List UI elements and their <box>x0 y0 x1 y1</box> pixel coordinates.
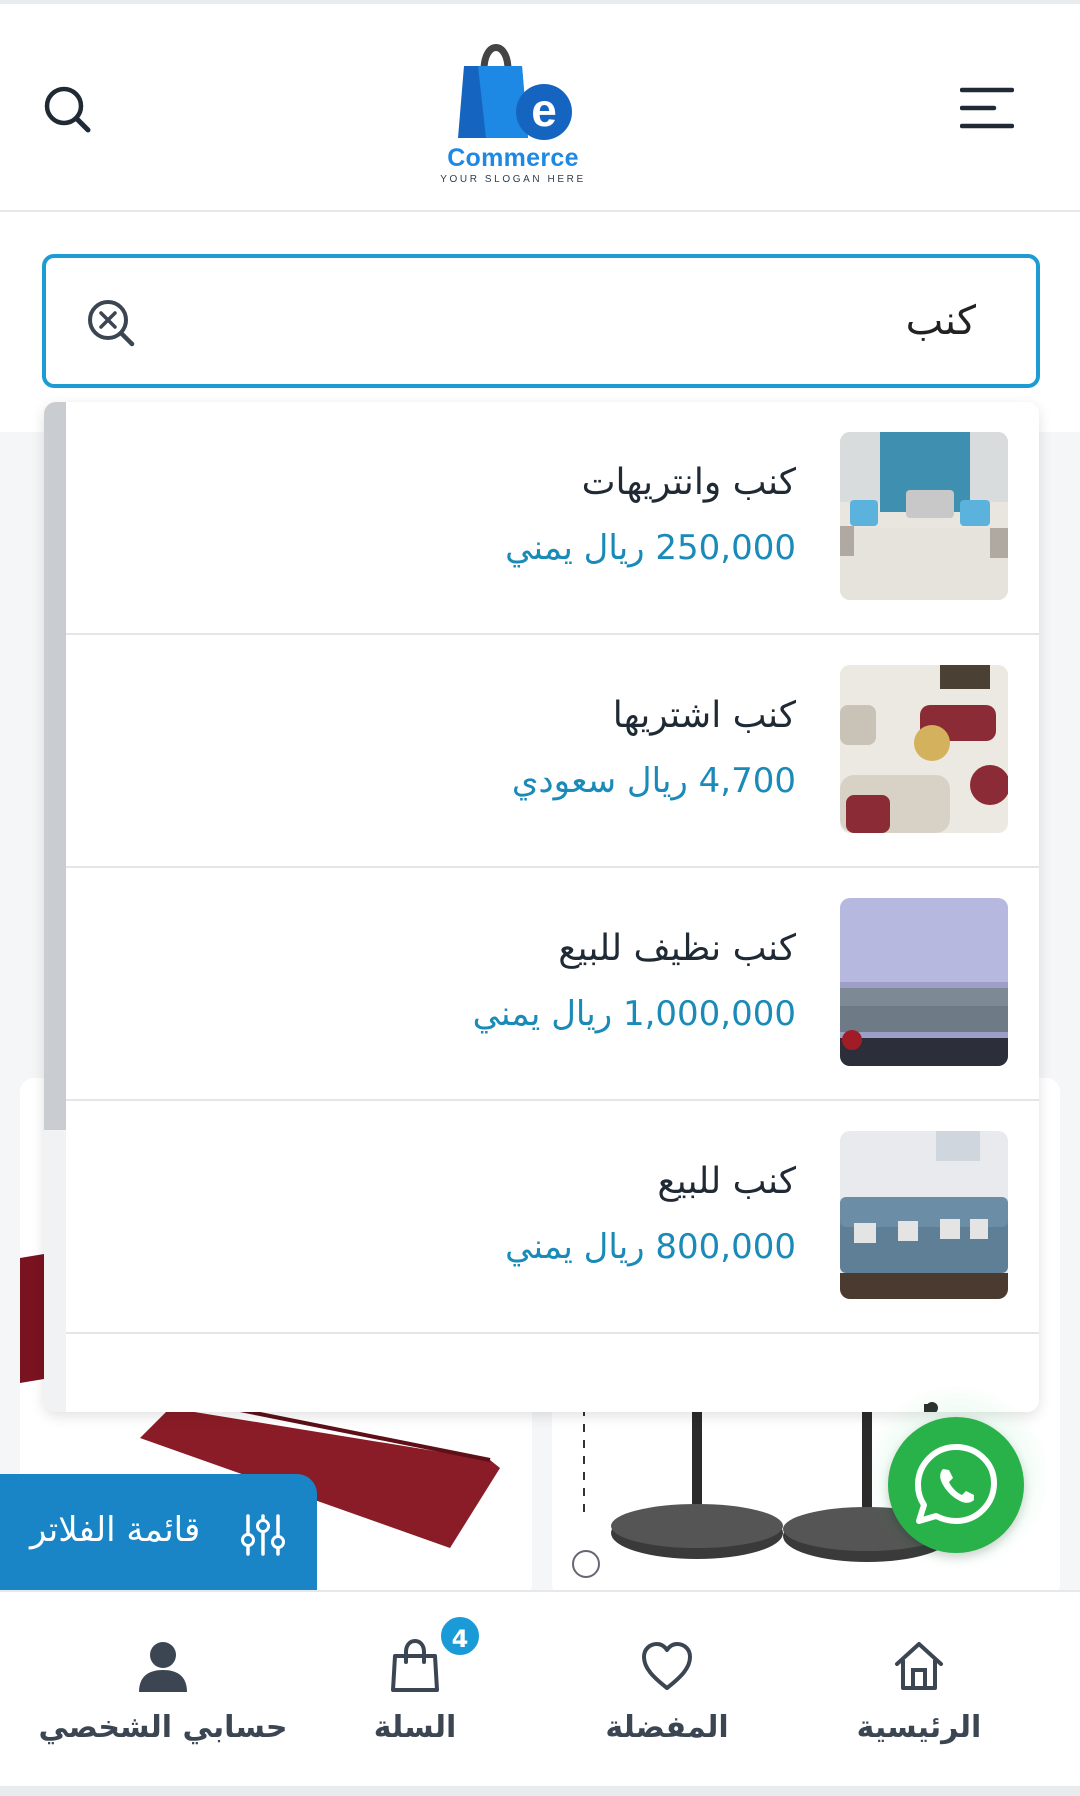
result-title: كنب للبيع <box>657 1161 796 1202</box>
nav-cart[interactable]: 4 السلة <box>290 1592 540 1796</box>
result-price: 1,000,000 ريال يمني <box>472 994 796 1034</box>
search-bar[interactable] <box>42 254 1040 388</box>
product-image <box>840 665 1008 833</box>
search-result-item[interactable] <box>66 1334 1039 1412</box>
filter-menu-label: قائمة الفلاتر <box>30 1510 201 1550</box>
cart-count-badge: 4 <box>438 1614 482 1658</box>
logo-letter: e <box>531 84 557 136</box>
search-result-item[interactable]: كنب للبيع 800,000 ريال يمني <box>66 1101 1039 1334</box>
heart-icon <box>639 1638 695 1694</box>
result-price: 250,000 ريال يمني <box>505 528 796 568</box>
result-title: كنب نظيف للبيع <box>558 928 796 969</box>
filter-menu-button[interactable]: قائمة الفلاتر <box>0 1474 317 1592</box>
nav-home[interactable]: الرئيسية <box>794 1592 1044 1796</box>
result-title: كنب اشتريها <box>612 695 796 736</box>
search-result-item[interactable]: كنب اشتريها 4,700 ريال سعودي <box>66 635 1039 868</box>
nav-home-label: الرئيسية <box>856 1710 982 1745</box>
nav-cart-label: السلة <box>373 1710 457 1745</box>
clear-search-icon[interactable] <box>86 298 138 350</box>
menu-icon[interactable] <box>959 84 1015 132</box>
nav-favorites[interactable]: المفضلة <box>542 1592 792 1796</box>
sliders-icon <box>240 1512 286 1558</box>
nav-account-label: حسابي الشخصي <box>38 1710 288 1745</box>
scrollbar-thumb[interactable] <box>44 402 66 1130</box>
result-title: كنب وانتريهات <box>581 462 796 503</box>
logo[interactable]: e Commerce YOUR SLOGAN HERE <box>430 26 596 188</box>
result-price: 800,000 ريال يمني <box>505 1227 796 1267</box>
bottom-navigation: حسابي الشخصي 4 السلة المفضلة الرئيسية <box>0 1590 1080 1796</box>
search-input[interactable] <box>176 280 976 362</box>
product-image <box>840 898 1008 1066</box>
whatsapp-icon[interactable] <box>888 1417 1024 1553</box>
logo-text: Commerce <box>447 144 579 172</box>
result-price: 4,700 ريال سعودي <box>511 761 796 801</box>
app-header: e Commerce YOUR SLOGAN HERE <box>0 4 1080 212</box>
scrollbar[interactable] <box>44 402 66 1412</box>
search-icon[interactable] <box>40 82 96 138</box>
search-results-dropdown: كنب وانتريهات 250,000 ريال يمني كنب اشتر… <box>44 402 1039 1412</box>
home-icon <box>891 1638 947 1694</box>
shopping-bag-icon <box>387 1638 443 1694</box>
search-result-item[interactable]: كنب نظيف للبيع 1,000,000 ريال يمني <box>66 868 1039 1101</box>
user-icon <box>135 1638 191 1694</box>
nav-favorites-label: المفضلة <box>605 1710 729 1745</box>
product-image <box>840 1131 1008 1299</box>
logo-slogan: YOUR SLOGAN HERE <box>440 174 586 185</box>
nav-account[interactable]: حسابي الشخصي <box>38 1592 288 1796</box>
product-image <box>840 432 1008 600</box>
system-nav-strip <box>0 1786 1080 1796</box>
search-result-item[interactable]: كنب وانتريهات 250,000 ريال يمني <box>66 402 1039 635</box>
